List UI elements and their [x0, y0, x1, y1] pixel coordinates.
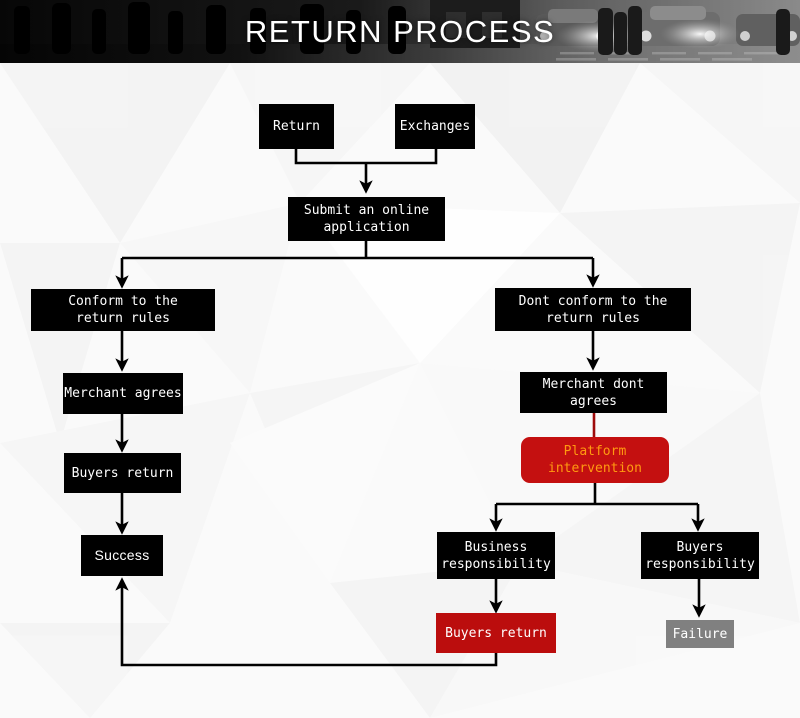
node-success[interactable]: Success [81, 535, 163, 576]
flowchart-canvas: Return Exchanges Submit an online applic… [0, 63, 800, 718]
node-return[interactable]: Return [259, 104, 334, 149]
node-buyers-return-left[interactable]: Buyers return [64, 453, 181, 493]
node-failure[interactable]: Failure [666, 620, 734, 648]
node-business-responsibility[interactable]: Business responsibility [437, 532, 555, 579]
return-process-infographic: RETURN PROCESS Return Exchanges Submit a… [0, 0, 800, 718]
node-buyers-responsibility[interactable]: Buyers responsibility [641, 532, 759, 579]
node-platform-intervention[interactable]: Platform intervention [521, 437, 669, 483]
node-merchant-agrees[interactable]: Merchant agrees [63, 373, 183, 414]
node-exchanges[interactable]: Exchanges [395, 104, 475, 149]
node-buyers-return-red[interactable]: Buyers return [436, 613, 556, 653]
page-title: RETURN PROCESS [244, 13, 556, 49]
node-submit-online-application[interactable]: Submit an online application [288, 197, 445, 241]
node-dont-conform-to-return-rules[interactable]: Dont conform to the return rules [495, 288, 691, 331]
node-conform-to-return-rules[interactable]: Conform to the return rules [31, 289, 215, 331]
node-merchant-dont-agrees[interactable]: Merchant dont agrees [520, 372, 667, 413]
header-banner: RETURN PROCESS [0, 0, 800, 63]
edge-merge-top [294, 149, 438, 165]
